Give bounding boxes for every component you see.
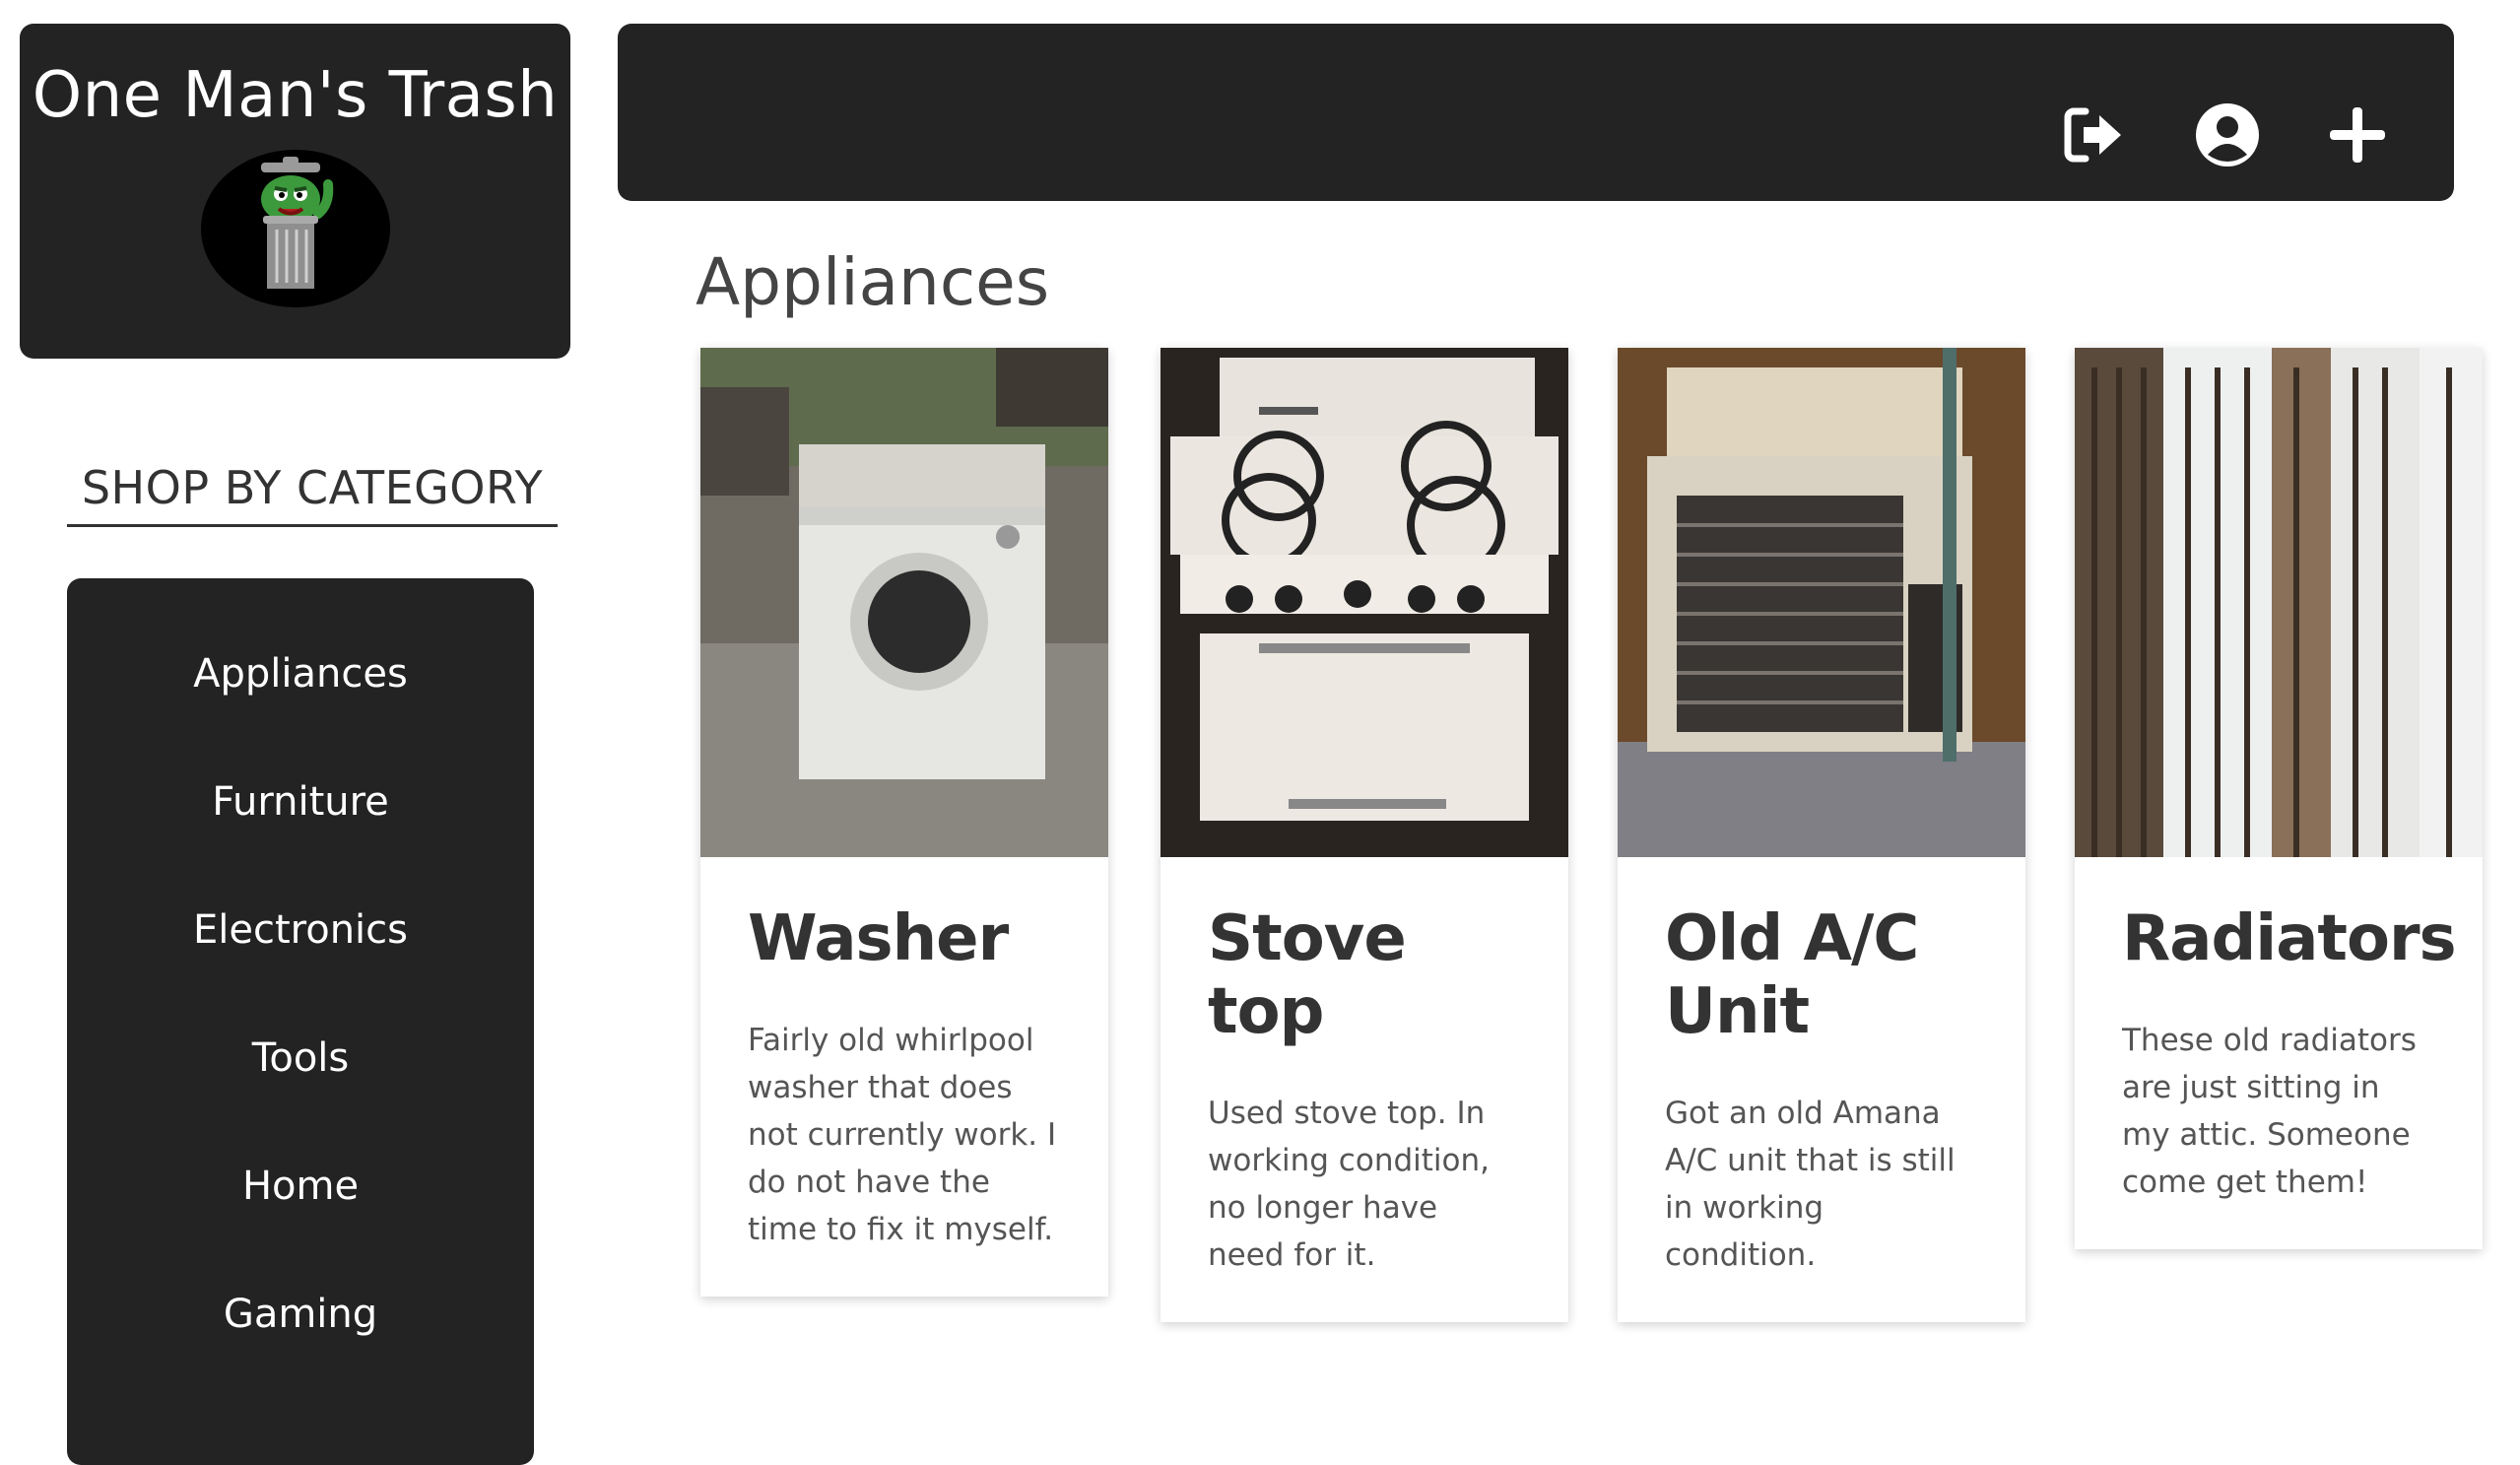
ac-unit-photo[interactable] xyxy=(1618,348,2025,857)
category-item-furniture[interactable]: Furniture xyxy=(67,779,534,825)
listing-title: Old A/C Unit xyxy=(1665,902,1919,1048)
listing-title: Washer xyxy=(748,902,1009,975)
logout-icon[interactable] xyxy=(2060,101,2127,168)
washer-photo[interactable] xyxy=(700,348,1108,857)
category-item-tools[interactable]: Tools xyxy=(67,1035,534,1081)
stove-photo[interactable] xyxy=(1161,348,1568,857)
listing-card[interactable]: Radiators These old radiators are just s… xyxy=(2075,348,2483,1249)
listing-card[interactable]: Washer Fairly old whirlpool washer that … xyxy=(700,348,1108,1297)
add-icon[interactable] xyxy=(2324,101,2391,168)
trash-can-monster-icon xyxy=(200,150,390,307)
shop-by-category-heading: SHOP BY CATEGORY xyxy=(67,461,558,527)
brand-panel[interactable]: One Man's Trash xyxy=(20,24,570,359)
listing-description: Used stove top. In working condition, no… xyxy=(1208,1096,1490,1273)
listing-description: Fairly old whirlpool washer that does no… xyxy=(748,1023,1057,1247)
listing-title: Radiators xyxy=(2122,902,2457,975)
listing-title: Stove top xyxy=(1208,902,1407,1048)
category-item-home[interactable]: Home xyxy=(67,1164,534,1209)
site-title: One Man's Trash xyxy=(32,59,559,132)
category-item-appliances[interactable]: Appliances xyxy=(67,651,534,697)
top-navbar xyxy=(618,24,2454,201)
listing-description: These old radiators are just sitting in … xyxy=(2122,1023,2417,1200)
listing-card[interactable]: Old A/C Unit Got an old Amana A/C unit t… xyxy=(1618,348,2025,1322)
category-menu: Appliances Furniture Electronics Tools H… xyxy=(67,578,534,1465)
category-item-electronics[interactable]: Electronics xyxy=(67,907,534,953)
category-item-gaming[interactable]: Gaming xyxy=(67,1292,534,1337)
listing-card[interactable]: Stove top Used stove top. In working con… xyxy=(1161,348,1568,1322)
section-title: Appliances xyxy=(696,244,1050,320)
listing-description: Got an old Amana A/C unit that is still … xyxy=(1665,1096,1956,1273)
radiators-photo[interactable] xyxy=(2075,348,2483,857)
account-icon[interactable] xyxy=(2194,101,2261,168)
